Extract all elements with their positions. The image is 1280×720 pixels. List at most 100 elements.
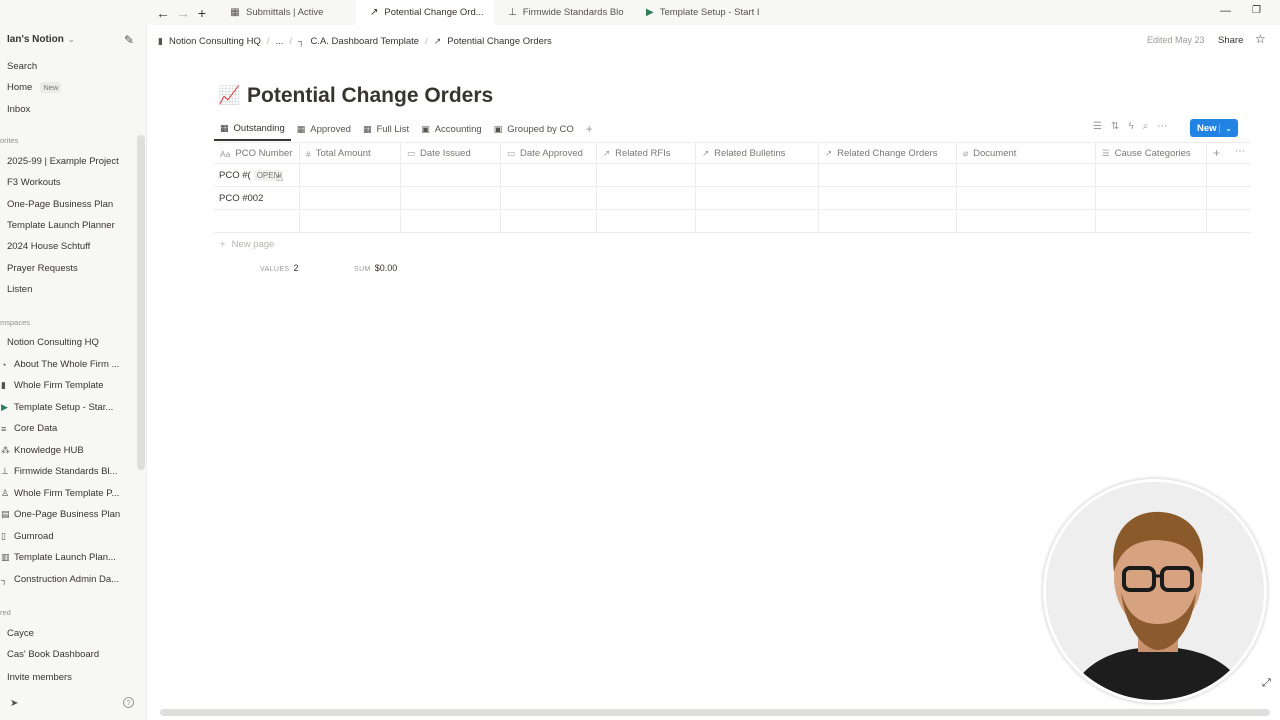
sidebar-item-teamspace[interactable]: ≡ Core Data [1,423,131,434]
sidebar-item-teamspace[interactable]: ▯ Gumroad [1,531,131,542]
sidebar-item-teamspace[interactable]: ⁂ Knowledge HUB [1,445,131,456]
new-page-button[interactable]: + New page [220,239,274,250]
sidebar-item-search[interactable]: Search [7,61,137,72]
breadcrumb-item[interactable]: Notion Consulting HQ [169,36,261,47]
sidebar-item-teamspace[interactable]: Notion Consulting HQ [7,337,137,348]
table-cell[interactable] [501,187,597,209]
table-row[interactable] [214,210,1251,233]
pco-number-cell[interactable]: PCO #002 [214,187,300,209]
column-header[interactable]: # Total Amount [300,143,401,164]
invite-members-button[interactable]: Invite members [7,672,72,683]
table-cell[interactable] [501,210,597,232]
chevron-down-icon[interactable]: ⌄ [1219,123,1232,133]
table-cell[interactable] [1096,164,1207,186]
sidebar-item-teamspace[interactable]: ▶ Template Setup - Star... [1,402,131,413]
table-row[interactable]: PCO #(OPEN [214,164,1251,187]
sidebar-item-shared[interactable]: Cas' Book Dashboard [7,649,137,660]
table-cell[interactable] [401,187,501,209]
workspace-switcher[interactable]: Ian's Notion ⌄ [7,34,75,45]
add-property-icon[interactable]: + [1213,146,1220,160]
minimize-icon[interactable]: — [1220,5,1231,17]
sidebar-item-favorite[interactable]: 2024 House Schtuff [7,241,137,252]
table-cell[interactable] [300,164,401,186]
sidebar-item-favorite[interactable]: 2025-99 | Example Project [7,156,137,167]
add-view-icon[interactable]: + [580,122,599,136]
column-header[interactable]: ↗ Related RFIs [597,143,696,164]
table-row[interactable]: PCO #002 [214,187,1251,210]
sidebar-item-favorite[interactable]: Template Launch Planner [7,220,137,231]
table-cell[interactable] [401,210,501,232]
breadcrumb-item[interactable]: C.A. Dashboard Template [310,36,419,47]
table-cell[interactable] [597,210,696,232]
pco-number-cell[interactable]: PCO #(OPEN [214,164,300,186]
sum-calculation[interactable]: SUM $0.00 [354,263,397,273]
sidebar-item-teamspace[interactable]: ♙ Whole Firm Template P... [1,488,131,499]
resize-icon[interactable]: ⤢ [1262,677,1271,690]
table-cell[interactable] [696,164,819,186]
new-tab-icon[interactable]: + [193,4,211,22]
more-icon[interactable]: ⋯ [1157,121,1167,132]
forward-icon[interactable]: → [174,4,192,22]
more-icon[interactable]: ⋯ [1235,146,1245,157]
automation-icon[interactable]: ϟ [1128,121,1133,132]
column-header[interactable]: ☰ Cause Categories [1096,143,1207,164]
page-title[interactable]: Potential Change Orders [247,84,493,108]
table-cell[interactable] [819,164,957,186]
table-cell[interactable] [819,187,957,209]
column-header[interactable]: ↗ Related Change Orders [819,143,957,164]
sort-icon[interactable]: ⇅ [1111,121,1119,132]
restore-icon[interactable]: ❐ [1252,5,1261,16]
sidebar-item-favorite[interactable]: F3 Workouts [7,177,137,188]
sidebar-item-favorite[interactable]: Prayer Requests [7,263,137,274]
sidebar-item-teamspace[interactable]: ▮ Whole Firm Template [1,380,131,391]
table-cell[interactable] [501,164,597,186]
sidebar-item-inbox[interactable]: Inbox [7,104,137,115]
share-button[interactable]: Share [1218,35,1243,46]
sidebar-item-teamspace[interactable]: ◔ About The Whole Firm ... [1,359,131,370]
sidebar-scrollbar[interactable] [137,135,145,470]
view-outstanding[interactable]: ▦ Outstanding [214,117,291,141]
table-cell[interactable] [401,164,501,186]
tab-submittals[interactable]: ▦ Submittals | Active [216,0,356,25]
search-icon[interactable]: ⌕ [1143,121,1149,132]
sidebar-item-teamspace[interactable]: ▤ One-Page Business Plan [1,509,131,520]
column-header[interactable]: ↗ Related Bulletins [696,143,819,164]
table-cell[interactable] [300,187,401,209]
table-cell[interactable] [1096,210,1207,232]
sidebar-item-teamspace[interactable]: ┐ Construction Admin Da... [1,574,131,585]
table-cell[interactable] [597,187,696,209]
pco-number-cell[interactable] [214,210,300,232]
breadcrumb-item[interactable]: Potential Change Orders [447,36,552,47]
column-header[interactable]: ⌀ Document [957,143,1096,164]
table-cell[interactable] [597,164,696,186]
compose-icon[interactable]: ✎ [124,33,134,47]
view-approved[interactable]: ▦ Approved [291,117,357,141]
sidebar-item-teamspace[interactable]: ⊥ Firmwide Standards Bl... [1,466,131,477]
sidebar-item-shared[interactable]: Cayce [7,628,137,639]
table-cell[interactable] [957,164,1096,186]
sidebar-item-favorite[interactable]: Listen [7,284,137,295]
new-button[interactable]: New ⌄ [1190,119,1238,137]
table-cell[interactable] [957,187,1096,209]
column-header[interactable]: ▭ Date Approved [501,143,597,164]
view-full-list[interactable]: ▦ Full List [357,117,415,141]
star-icon[interactable]: ☆ [1255,32,1266,46]
tab-template-setup[interactable]: ▶ Template Setup - Start I [632,0,772,25]
help-icon[interactable]: ? [123,697,134,708]
sidebar-item-favorite[interactable]: One-Page Business Plan [7,199,137,210]
column-header[interactable]: Aa PCO Number [214,143,300,164]
table-cell[interactable] [1096,187,1207,209]
sidebar-item-home[interactable]: Home New [7,82,137,93]
breadcrumb-ellipsis[interactable]: ... [275,36,283,47]
table-cell[interactable] [696,210,819,232]
table-cell[interactable] [300,210,401,232]
table-cell[interactable] [819,210,957,232]
tab-potential-change-orders[interactable]: ↗ Potential Change Ord... [356,0,494,25]
view-grouped-by-co[interactable]: ▣ Grouped by CO [488,117,580,141]
view-accounting[interactable]: ▣ Accounting [415,117,488,141]
column-header[interactable]: ▭ Date Issued [401,143,501,164]
filter-icon[interactable]: ☰ [1093,121,1102,132]
table-cell[interactable] [696,187,819,209]
horizontal-scrollbar[interactable] [160,709,1270,716]
table-cell[interactable] [957,210,1096,232]
